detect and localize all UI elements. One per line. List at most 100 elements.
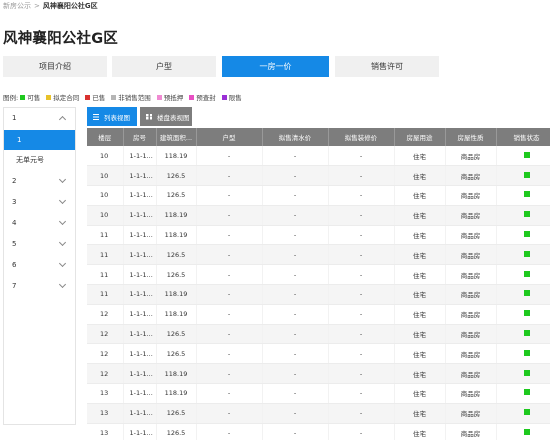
sidebar-building-6[interactable]: 6 — [4, 255, 75, 275]
sidebar-unit-1[interactable]: 1 — [4, 130, 75, 150]
page-title: 风神襄阳公社G区 — [3, 31, 119, 47]
cell-room: 1-1-1... — [123, 423, 157, 440]
list-view-button[interactable]: 列表视图 — [87, 107, 137, 126]
table-row[interactable]: 11 1-1-1... 118.19- - - 住宅 商品房 — [87, 284, 550, 305]
column-header-deco-price[interactable]: 拟售装修价 — [328, 128, 395, 146]
price-table-container[interactable]: 楼层 房号 建筑面积... 户型 拟售清水价 拟售装修价 房屋用途 房屋性质 销… — [87, 128, 550, 440]
chevron-down-icon — [58, 238, 67, 247]
cell-plain-price: - — [262, 225, 329, 246]
column-header-room[interactable]: 房号 — [123, 128, 157, 146]
status-indicator-icon — [523, 270, 530, 277]
cell-usage: 住宅 — [394, 284, 446, 305]
cell-plain-price: - — [262, 244, 329, 266]
price-table: 楼层 房号 建筑面积... 户型 拟售清水价 拟售装修价 房屋用途 房屋性质 销… — [87, 128, 550, 440]
cell-usage: 住宅 — [394, 304, 446, 325]
cell-area: 118.19 — [156, 225, 197, 246]
tab-project-intro[interactable]: 项目介绍 — [3, 56, 107, 77]
cell-area: 126.5 — [156, 343, 197, 365]
cell-nature: 商品房 — [445, 225, 497, 246]
cell-plain-price: - — [262, 146, 329, 167]
sidebar-building-7[interactable]: 7 — [4, 276, 75, 296]
tab-layout[interactable]: 户型 — [112, 56, 216, 77]
cell-floor: 13 — [87, 383, 124, 404]
cell-deco-price: - — [328, 304, 395, 325]
cell-floor: 11 — [87, 244, 124, 266]
cell-room: 1-1-1... — [123, 185, 157, 206]
legend-item: 非销售范围 — [111, 92, 151, 102]
table-row[interactable]: 12 1-1-1... 118.19- - - 住宅 商品房 — [87, 304, 550, 325]
cell-layout: - — [196, 146, 263, 167]
cell-nature: 商品房 — [445, 146, 497, 167]
sidebar-building-2[interactable]: 2 — [4, 171, 75, 191]
cell-plain-price: - — [262, 185, 329, 206]
cell-nature: 商品房 — [445, 304, 497, 325]
breadcrumb-current: 风神襄阳公社G区 — [42, 2, 98, 10]
column-header-floor[interactable]: 楼层 — [87, 128, 124, 146]
chevron-down-icon — [58, 217, 67, 226]
cell-nature: 商品房 — [445, 284, 497, 305]
cell-room: 1-1-1... — [123, 343, 157, 365]
cell-floor: 11 — [87, 225, 124, 246]
list-icon — [93, 113, 99, 120]
tab-sales-permit[interactable]: 销售许可 — [335, 56, 439, 77]
column-header-plain-price[interactable]: 拟售清水价 — [262, 128, 329, 146]
sidebar-building-label: 1 — [12, 114, 17, 122]
grid-view-button[interactable]: 楼盘表视图 — [140, 107, 192, 126]
cell-layout: - — [196, 264, 263, 286]
table-row[interactable]: 10 1-1-1... 118.19- - - 住宅 商品房 — [87, 205, 550, 226]
cell-area: 126.5 — [156, 264, 197, 286]
table-row[interactable]: 10 1-1-1... 118.19- - - 住宅 商品房 — [87, 146, 550, 167]
table-row[interactable]: 11 1-1-1... 126.5- - - 住宅 商品房 — [87, 244, 550, 266]
legend-title: 图例: — [3, 94, 19, 102]
sidebar-building-5[interactable]: 5 — [4, 234, 75, 254]
tab-price-list[interactable]: 一房一价 — [222, 56, 329, 77]
cell-usage: 住宅 — [394, 244, 446, 266]
cell-plain-price: - — [262, 423, 329, 440]
column-header-area[interactable]: 建筑面积... — [156, 128, 197, 146]
column-header-status[interactable]: 销售状态 — [496, 128, 550, 146]
cell-usage: 住宅 — [394, 146, 446, 167]
cell-deco-price: - — [328, 244, 395, 266]
table-row[interactable]: 11 1-1-1... 126.5- - - 住宅 商品房 — [87, 264, 550, 286]
cell-area: 118.19 — [156, 304, 197, 325]
table-row[interactable]: 12 1-1-1... 126.5- - - 住宅 商品房 — [87, 343, 550, 365]
cell-status — [496, 205, 550, 226]
status-indicator-icon — [523, 429, 530, 436]
cell-plain-price: - — [262, 205, 329, 226]
table-row[interactable]: 10 1-1-1... 126.5- - - 住宅 商品房 — [87, 185, 550, 206]
sidebar-unit-none[interactable]: 无单元号 — [4, 150, 75, 170]
cell-status — [496, 363, 550, 385]
sidebar-building-4[interactable]: 4 — [4, 213, 75, 233]
breadcrumb: 新房公示 > 风神襄阳公社G区 — [3, 1, 98, 11]
cell-area: 126.5 — [156, 423, 197, 440]
grid-view-label: 楼盘表视图 — [157, 113, 190, 122]
table-row[interactable]: 13 1-1-1... 118.19- - - 住宅 商品房 — [87, 383, 550, 404]
cell-status — [496, 403, 550, 424]
table-row[interactable]: 13 1-1-1... 126.5- - - 住宅 商品房 — [87, 403, 550, 424]
table-row[interactable]: 12 1-1-1... 118.19- - - 住宅 商品房 — [87, 363, 550, 385]
cell-usage: 住宅 — [394, 324, 446, 345]
cell-room: 1-1-1... — [123, 264, 157, 286]
table-row[interactable]: 12 1-1-1... 126.5- - - 住宅 商品房 — [87, 324, 550, 345]
column-header-nature[interactable]: 房屋性质 — [445, 128, 497, 146]
cell-usage: 住宅 — [394, 383, 446, 404]
sidebar-building-3[interactable]: 3 — [4, 192, 75, 212]
cell-usage: 住宅 — [394, 225, 446, 246]
breadcrumb-parent-link[interactable]: 新房公示 — [3, 2, 31, 10]
legend-color-swatch — [156, 94, 162, 100]
cell-plain-price: - — [262, 343, 329, 365]
sidebar-building-label: 5 — [12, 240, 17, 248]
cell-nature: 商品房 — [445, 423, 497, 440]
cell-nature: 商品房 — [445, 244, 497, 266]
column-header-layout[interactable]: 户型 — [196, 128, 263, 146]
table-row[interactable]: 11 1-1-1... 118.19- - - 住宅 商品房 — [87, 225, 550, 246]
column-header-usage[interactable]: 房屋用途 — [394, 128, 446, 146]
cell-room: 1-1-1... — [123, 403, 157, 424]
table-row[interactable]: 10 1-1-1... 126.5- - - 住宅 商品房 — [87, 165, 550, 187]
cell-plain-price: - — [262, 165, 329, 187]
legend-item: 限售 — [221, 92, 242, 102]
sidebar-building-1[interactable]: 1 — [4, 108, 75, 128]
building-sidebar: 1 1 无单元号 2 3 4 5 6 7 — [3, 107, 76, 425]
table-row[interactable]: 13 1-1-1... 126.5- - - 住宅 商品房 — [87, 423, 550, 440]
cell-status — [496, 423, 550, 440]
